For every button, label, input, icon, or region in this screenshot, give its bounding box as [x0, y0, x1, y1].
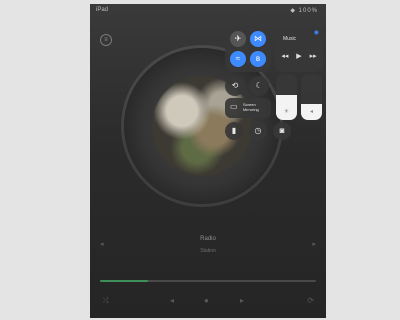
bluetooth-icon[interactable]: ʙ — [250, 51, 266, 67]
shuffle-icon[interactable]: ⤨ — [102, 296, 108, 306]
rewind-icon[interactable]: ◂ — [170, 296, 174, 305]
screen-mirroring-label: Screen Mirroring — [243, 102, 259, 112]
music-tile[interactable]: Music ◉ ◂◂ ▶ ▸▸ — [275, 26, 323, 72]
screen-mirroring-label-line2: Mirroring — [243, 107, 259, 112]
play-pause-icon[interactable]: ● — [204, 296, 209, 305]
flashlight-icon[interactable]: ▮ — [225, 122, 243, 140]
cellular-icon[interactable]: ⋈ — [250, 31, 266, 47]
rotation-lock-icon[interactable]: ⟲ — [225, 76, 245, 96]
track-subtitle: Station — [200, 248, 216, 254]
screen-mirroring-button[interactable]: ▭ Screen Mirroring — [225, 98, 271, 118]
volume-slider[interactable]: ◂ — [301, 74, 322, 120]
bottom-toolbar: ⤨ ◂ ● ▸ ⟳ — [90, 296, 326, 312]
music-transport: ◂◂ ▶ ▸▸ — [275, 52, 323, 60]
timer-icon[interactable]: ◷ — [249, 122, 267, 140]
wifi-icon[interactable]: ≈ — [230, 51, 246, 67]
progress-bar[interactable] — [100, 280, 316, 282]
progress-fill — [100, 280, 148, 282]
do-not-disturb-icon[interactable]: ☾ — [249, 76, 269, 96]
music-title: Music — [283, 36, 297, 42]
control-center: ✈ ⋈ ≈ ʙ Music ◉ ◂◂ ▶ ▸▸ ⟲ ☾ ▭ Screen Mir… — [225, 26, 323, 144]
ipad-screen: iPad ◆ 100% ≡ ◂ ▸ Radio Station ⤨ ◂ ● ▸ … — [90, 4, 326, 318]
camera-icon[interactable]: ◙ — [273, 122, 291, 140]
brightness-slider[interactable]: ☀ — [276, 74, 297, 120]
play-icon[interactable]: ▶ — [296, 53, 301, 60]
volume-icon: ◂ — [309, 109, 313, 115]
menu-icon[interactable]: ≡ — [100, 34, 112, 46]
track-title: Radio — [200, 236, 216, 242]
next-track-icon[interactable]: ▸▸ — [310, 53, 317, 60]
screen-mirroring-icon: ▭ — [230, 102, 238, 111]
repeat-icon[interactable]: ⟳ — [307, 296, 314, 305]
status-battery: ◆ 100% — [290, 8, 318, 14]
status-device-label: iPad — [96, 7, 109, 13]
connectivity-tile: ✈ ⋈ ≈ ʙ — [225, 26, 271, 72]
previous-track-icon[interactable]: ◂◂ — [281, 53, 288, 60]
airplay-icon[interactable]: ◉ — [314, 29, 319, 36]
status-bar: iPad ◆ 100% — [90, 4, 326, 16]
forward-icon[interactable]: ▸ — [240, 296, 244, 305]
brightness-icon: ☀ — [283, 109, 290, 115]
airplane-mode-icon[interactable]: ✈ — [230, 31, 246, 47]
